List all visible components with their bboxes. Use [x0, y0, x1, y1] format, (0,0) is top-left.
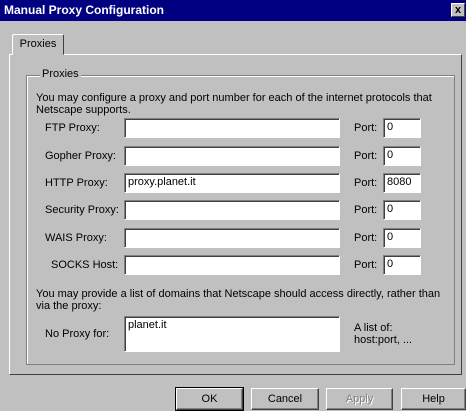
- ok-button[interactable]: OK: [175, 387, 244, 411]
- wais-proxy-input[interactable]: [124, 228, 340, 248]
- title-bar: Manual Proxy Configuration x: [0, 0, 466, 21]
- no-proxy-input[interactable]: planet.it: [124, 316, 340, 352]
- cancel-button[interactable]: Cancel: [251, 388, 319, 410]
- wais-port-label: Port:: [354, 232, 378, 244]
- socks-port-label: Port:: [354, 259, 378, 271]
- gopher-port-input[interactable]: 0: [383, 146, 421, 166]
- gopher-port-label: Port:: [354, 150, 378, 162]
- tab-proxies[interactable]: Proxies: [12, 34, 64, 55]
- security-proxy-label: Security Proxy:: [45, 204, 119, 216]
- ftp-proxy-label: FTP Proxy:: [45, 122, 100, 134]
- ftp-proxy-input[interactable]: [124, 118, 340, 138]
- close-button[interactable]: x: [451, 3, 465, 17]
- security-port-input[interactable]: 0: [383, 200, 421, 220]
- http-port-input[interactable]: 8080: [383, 173, 421, 193]
- security-port-label: Port:: [354, 204, 378, 216]
- help-button[interactable]: Help: [401, 388, 466, 410]
- group-title: Proxies: [40, 68, 81, 80]
- http-port-label: Port:: [354, 177, 378, 189]
- wais-port-input[interactable]: 0: [383, 228, 421, 248]
- ftp-port-label: Port:: [354, 122, 378, 134]
- no-proxy-label: No Proxy for:: [45, 328, 110, 340]
- http-proxy-input[interactable]: proxy.planet.it: [124, 173, 340, 193]
- no-proxy-description: You may provide a list of domains that N…: [36, 288, 441, 312]
- gopher-proxy-label: Gopher Proxy:: [45, 150, 116, 162]
- gopher-proxy-input[interactable]: [124, 146, 340, 166]
- wais-proxy-label: WAIS Proxy:: [45, 232, 107, 244]
- no-proxy-hint: A list of: host:port, ...: [354, 322, 413, 346]
- ftp-port-input[interactable]: 0: [383, 118, 421, 138]
- socks-port-input[interactable]: 0: [383, 255, 421, 275]
- security-proxy-input[interactable]: [124, 200, 340, 220]
- socks-host-label: SOCKS Host:: [51, 259, 119, 271]
- apply-button[interactable]: Apply: [326, 388, 393, 410]
- socks-host-input[interactable]: [124, 255, 340, 275]
- http-proxy-label: HTTP Proxy:: [45, 177, 108, 189]
- window-title: Manual Proxy Configuration: [4, 3, 165, 17]
- intro-text: You may configure a proxy and port numbe…: [36, 92, 432, 116]
